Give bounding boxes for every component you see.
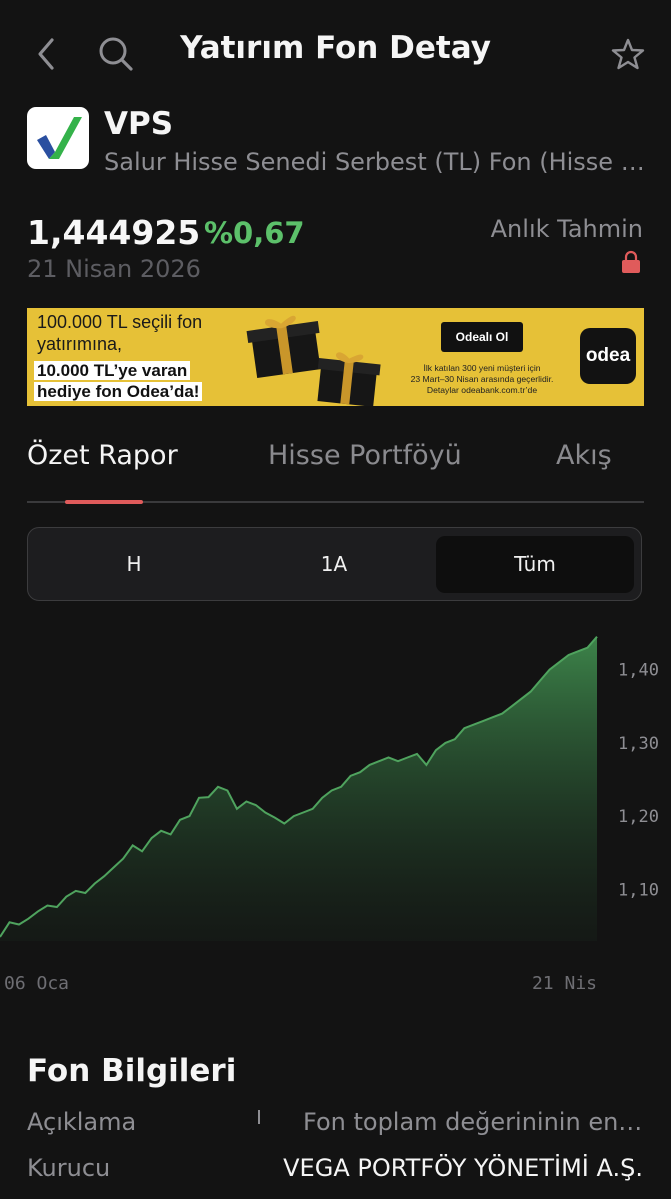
checkmark-logo-icon [37, 117, 82, 159]
y-tick-label: 1,30 [618, 734, 659, 754]
range-all-button[interactable]: Tüm [436, 536, 634, 593]
tab-summary-report[interactable]: Özet Rapor [27, 440, 178, 471]
range-week-button[interactable]: H [34, 528, 234, 600]
y-tick-label: 1,20 [618, 807, 659, 827]
active-tab-indicator [65, 500, 143, 504]
price-date: 21 Nisan 2026 [27, 255, 201, 283]
gift-boxes-icon [246, 315, 381, 406]
price-chart[interactable]: 1,40 1,30 1,20 1,10 06 Oca 21 Nis [0, 625, 671, 995]
tab-stock-portfolio[interactable]: Hisse Portföyü [268, 440, 462, 471]
banner-text-top: 100.000 TL seçili fon yatırımına, [37, 312, 203, 354]
x-tick-end: 21 Nis [532, 973, 597, 994]
founder-value: VEGA PORTFÖY YÖNETİMİ A.Ş. [283, 1154, 643, 1182]
y-tick-label: 1,10 [618, 880, 659, 900]
row-separator [258, 1110, 260, 1124]
x-tick-start: 06 Oca [4, 973, 69, 994]
y-tick-label: 1,40 [618, 661, 659, 681]
fund-info-title: Fon Bilgileri [27, 1053, 237, 1089]
promo-banner[interactable]: 100.000 TL seçili fon yatırımına, 10.000… [27, 308, 644, 406]
fund-code: VPS [104, 106, 174, 142]
page-title: Yatırım Fon Detay [180, 30, 491, 66]
description-value[interactable]: Fon toplam değerininin en az %80'i [303, 1108, 643, 1136]
banner-fine-print: İlk katılan 300 yeni müşteri için 23 Mar… [410, 363, 554, 395]
y-axis-ticks: 1,40 1,30 1,20 1,10 [618, 661, 659, 901]
founder-label: Kurucu [27, 1154, 111, 1182]
fund-name: Salur Hisse Senedi Serbest (TL) Fon (His… [104, 148, 649, 176]
tab-flow[interactable]: Akış [556, 440, 612, 471]
price-change: %0,67 [204, 216, 305, 250]
lock-icon[interactable] [620, 250, 642, 274]
range-month-button[interactable]: 1A [234, 528, 434, 600]
banner-brand-logo: odea [580, 328, 636, 384]
instant-estimate-label[interactable]: Anlık Tahmin [491, 215, 643, 243]
description-label: Açıklama [27, 1108, 137, 1136]
fund-price: 1,444925 [27, 213, 201, 252]
fund-logo [27, 107, 89, 169]
star-icon [611, 38, 645, 70]
favorite-button[interactable] [610, 36, 646, 72]
banner-cta-button[interactable]: Odealı Ol [441, 322, 523, 352]
chart-area [0, 636, 597, 941]
range-selector: H 1A Tüm [27, 527, 642, 601]
banner-text-bold: 10.000 TL’ye varan hediye fon Odea’da! [34, 360, 203, 402]
